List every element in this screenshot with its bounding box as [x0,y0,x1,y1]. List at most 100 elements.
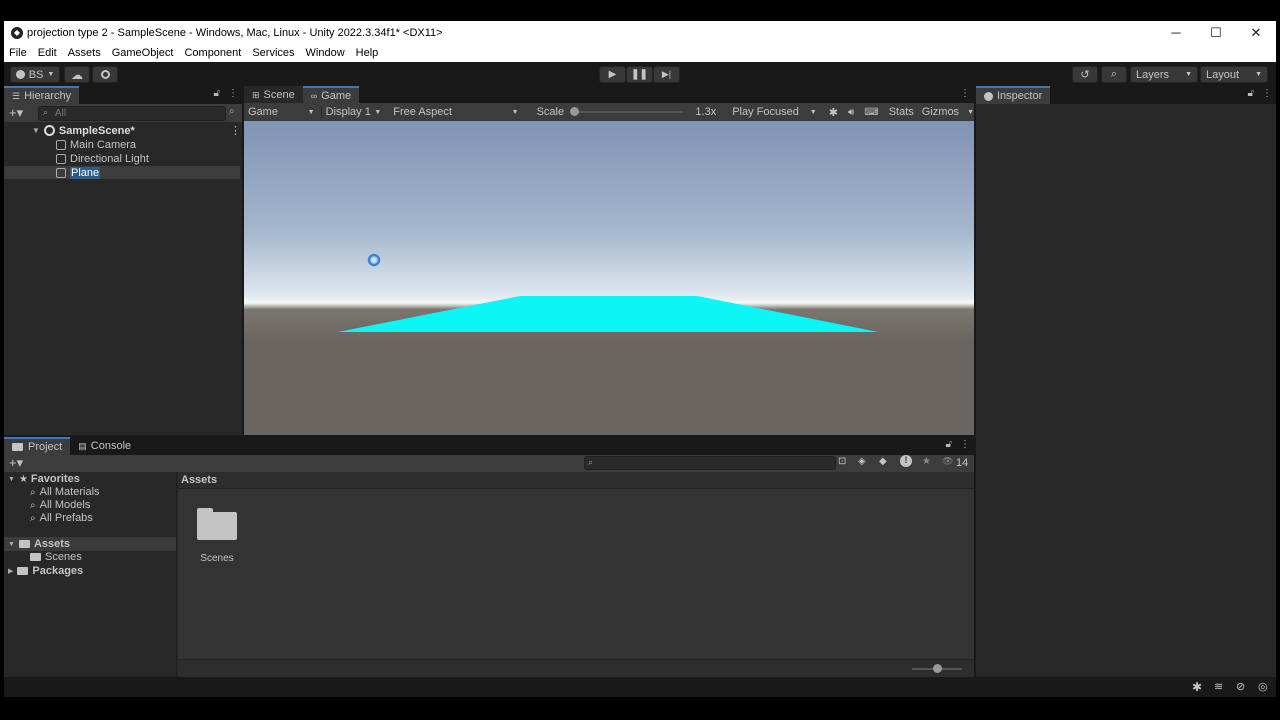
maximize-button[interactable]: ☐ [1196,21,1236,44]
icon-size-thumb[interactable] [932,664,942,673]
asset-item-label: Scenes [200,553,234,564]
account-button[interactable]: BS ▼ [10,66,60,83]
hierarchy-item-label: Directional Light [70,152,149,165]
favorites-item[interactable]: ⌕ All Models [30,498,90,512]
menu-window[interactable]: Window [306,47,345,59]
menu-component[interactable]: Component [184,47,241,59]
console-icon: ▤ [78,440,87,451]
gamepad-icon: ∞ [310,91,318,101]
scene-game-tabbar: ⊞ Scene ∞ Game ⋮ [244,86,974,104]
favorites-item[interactable]: ⌕ All Prefabs [30,511,93,525]
gizmos-button[interactable]: Gizmos [922,106,959,118]
network-icon[interactable]: ⊘ [1236,680,1245,693]
history-button[interactable]: ↺ [1072,66,1098,83]
stats-button[interactable]: Stats [889,106,914,118]
menu-gameobject[interactable]: GameObject [112,47,174,59]
scene-name: SampleScene* [58,124,135,137]
more-options-icon[interactable]: ⋮ [1262,88,1272,99]
game-mode-dropdown[interactable]: Game ▼ [244,106,322,118]
scale-value: 1.3x [695,106,717,118]
filter-by-type-icon[interactable]: ◈ [858,456,866,467]
menu-file[interactable]: File [9,47,27,59]
hierarchy-item-directional-light[interactable]: Directional Light [4,152,149,165]
aspect-dropdown[interactable]: Free Aspect ▼ [389,106,524,118]
menu-edit[interactable]: Edit [38,47,57,59]
aspect-label: Free Aspect [393,106,452,118]
tab-hierarchy[interactable]: ☰ Hierarchy [4,86,80,104]
more-options-icon[interactable]: ⋮ [960,88,970,99]
more-options-icon[interactable]: ⋮ [230,124,241,137]
minimize-button[interactable]: ─ [1156,21,1196,44]
hierarchy-item-plane[interactable]: Plane [4,166,240,179]
layout-dropdown[interactable]: Layout ▼ [1200,66,1268,83]
title-bar: ◆ projection type 2 - SampleScene - Wind… [4,21,1276,44]
favorites-item[interactable]: ⌕ All Materials [30,485,100,499]
more-options-icon[interactable]: ⋮ [960,439,970,450]
favorites-row[interactable]: ▼ ★ Favorites [8,472,80,486]
console-tab-label: Console [90,440,132,452]
hierarchy-search-input[interactable]: ⌕ All [38,106,226,121]
tab-project[interactable]: Project [4,437,71,455]
tab-inspector[interactable]: Inspector [976,86,1051,104]
scale-slider[interactable] [570,105,687,119]
inspector-panel: Inspector 🔓︎ ⋮ [976,86,1276,677]
assets-child-row[interactable]: Scenes [30,550,82,564]
pause-button[interactable]: ❚❚ [626,66,653,83]
step-button[interactable]: ▶| [653,66,680,83]
breadcrumb-assets[interactable]: Assets [181,474,217,486]
hierarchy-tabbar: ☰ Hierarchy 🔓︎ ⋮ [4,86,242,104]
menu-services[interactable]: Services [252,47,294,59]
grid-icon: ⊞ [252,89,260,100]
search-by-type-icon[interactable]: ⊡ [838,456,846,467]
game-viewport[interactable] [244,121,974,435]
project-search-input[interactable]: ⌕ [584,456,836,470]
debug-icon[interactable]: ✱ [1192,680,1202,694]
more-options-icon[interactable]: ⋮ [228,88,238,99]
history-icon: ↺ [1080,69,1090,81]
packages-row[interactable]: ▶ Packages [8,564,83,578]
warning-icon[interactable]: ! [900,455,912,467]
lock-icon[interactable]: 🔓︎ [1248,88,1254,99]
collab-button[interactable] [92,66,118,83]
chevron-down-icon[interactable]: ▼ [967,109,974,116]
menu-help[interactable]: Help [356,47,379,59]
search-icon: ⌕ [30,486,36,498]
scene-tab-label: Scene [263,89,295,101]
tab-console[interactable]: ▤ Console [70,437,139,455]
assets-root-row[interactable]: ▼ Assets [4,537,176,551]
tab-game[interactable]: ∞ Game [302,86,360,104]
star-icon[interactable]: ★ [922,456,931,467]
layers-dropdown[interactable]: Layers ▼ [1130,66,1198,83]
add-icon[interactable]: +▾ [9,455,23,471]
assets-root-label: Assets [33,538,71,550]
window-title: projection type 2 - SampleScene - Window… [27,26,443,39]
menu-assets[interactable]: Assets [68,47,101,59]
search-button[interactable]: ⌕ [1101,66,1127,83]
close-button[interactable]: ✕ [1236,21,1276,44]
scene-row[interactable]: ▼ SampleScene* ⋮ [4,124,242,137]
chevron-right-icon: ▶ [8,568,14,575]
filter-by-label-icon[interactable]: ◆ [879,456,887,467]
cloud-button[interactable]: ☁ [64,66,90,83]
hierarchy-item-main-camera[interactable]: Main Camera [4,138,136,151]
chevron-down-icon: ▼ [1185,71,1192,78]
scale-slider-thumb[interactable] [570,107,580,116]
icon-size-slider[interactable] [912,663,962,675]
lock-icon[interactable]: 🔓︎ [214,88,220,99]
asset-item-scenes[interactable]: Scenes [192,506,242,568]
display-dropdown[interactable]: Display 1 ▼ [322,106,388,118]
play-focused-dropdown[interactable]: Play Focused ▼ [728,106,823,118]
bug-icon[interactable]: ✱ [829,106,838,119]
search-filter-icon[interactable]: ⌕ [229,106,235,117]
cloud-icon: ☁ [71,67,83,82]
audio-icon[interactable]: 🔊︎ [848,107,854,118]
check-circle-icon[interactable]: ◎ [1258,680,1268,693]
keyboard-icon[interactable]: ⌨ [864,107,878,118]
layers-stack-icon[interactable]: ≋ [1214,680,1223,693]
eye-icon[interactable]: 👁︎ [942,456,953,467]
tab-scene[interactable]: ⊞ Scene [244,86,303,104]
unity-logo-icon: ◆ [11,26,23,39]
play-button[interactable]: ▶ [599,66,626,83]
add-icon[interactable]: +▾ [9,105,23,121]
lock-icon[interactable]: 🔓︎ [946,439,952,450]
